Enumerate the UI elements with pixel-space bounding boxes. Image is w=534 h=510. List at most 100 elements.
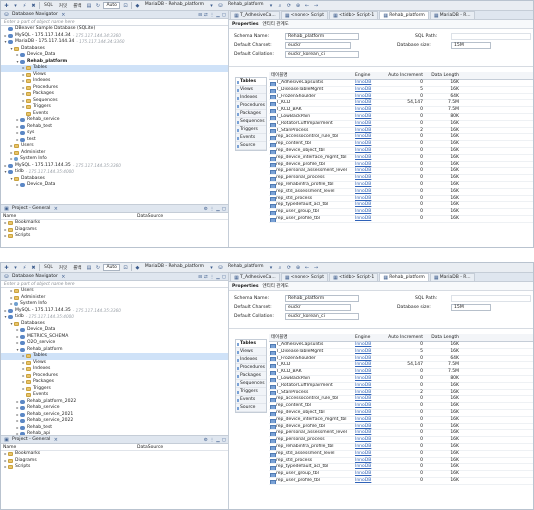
table-row[interactable]: T_AdhesiveCapsulitis InnoDB 0 16K — [269, 342, 533, 349]
navigator-filter-input[interactable]: Enter a part of object name here — [1, 19, 228, 26]
editor-tab[interactable]: ▦ <none> Script — [280, 11, 328, 19]
engine-link[interactable]: InnoDB — [353, 87, 383, 93]
sql-path-field[interactable] — [451, 295, 531, 302]
table-row[interactable]: rep_rehabinfra_profile_tbl InnoDB 0 16K — [269, 182, 533, 189]
engine-link[interactable]: InnoDB — [353, 383, 383, 389]
engine-link[interactable]: InnoDB — [353, 451, 383, 457]
minimize-icon[interactable]: ▁ — [216, 13, 219, 18]
transaction-log-icon[interactable]: ▤ — [85, 2, 92, 9]
object-type-item[interactable]: Sequences — [236, 380, 266, 388]
dropdown-arrow-icon[interactable]: ▾ — [268, 264, 275, 271]
column-header[interactable]: Auto Increment — [383, 72, 425, 79]
forward-icon[interactable]: → — [313, 264, 320, 271]
engine-link[interactable]: InnoDB — [353, 471, 383, 477]
editor-tab[interactable]: ▦ <tidb> Script-1 — [328, 273, 379, 281]
engine-link[interactable]: InnoDB — [353, 202, 383, 208]
engine-link[interactable]: InnoDB — [353, 390, 383, 396]
engine-link[interactable]: InnoDB — [353, 376, 383, 382]
table-row[interactable]: T_LowBackPain InnoDB 0 80K — [269, 376, 533, 383]
lock-icon[interactable]: ⊡ — [122, 264, 129, 271]
column-header[interactable]: 테이블명 — [269, 72, 353, 79]
table-name-cell[interactable]: rep_user_profile_tbl — [269, 478, 353, 484]
table-name-cell[interactable]: rep_user_group_tbl — [269, 471, 353, 477]
table-name-cell[interactable]: rep_rehabinfra_profile_tbl — [269, 444, 353, 450]
dropdown-arrow-icon[interactable]: ▾ — [268, 2, 275, 9]
table-row[interactable]: rep_personal_process InnoDB 0 16K — [269, 437, 533, 444]
table-name-cell[interactable]: rep_rehabinfra_profile_tbl — [269, 182, 353, 188]
table-name-cell[interactable]: T_DiseaseTableMgmt — [269, 349, 353, 355]
table-name-cell[interactable]: rep_typedefault_acl_tbl — [269, 464, 353, 471]
table-name-cell[interactable]: rep_accessocontrol_rule_tbl — [269, 396, 353, 403]
table-name-cell[interactable]: rep_user_profile_tbl — [269, 216, 353, 222]
object-type-item[interactable]: Source — [236, 142, 266, 150]
table-row[interactable]: T_FrozenShoulder InnoDB 0 64K — [269, 356, 533, 363]
schema-name-field[interactable]: Rehab_platform — [285, 295, 359, 302]
table-row[interactable]: rep_personal_assessment_level InnoDB 0 16K — [269, 430, 533, 438]
collapse-all-icon[interactable]: ⊟ — [198, 13, 202, 18]
table-row[interactable]: rep_std_assessment_level InnoDB 0 16K — [269, 189, 533, 196]
table-name-cell[interactable]: rep_personal_process — [269, 175, 353, 181]
table-name-cell[interactable]: rep_content_tbl — [269, 141, 353, 147]
default-charset-select[interactable]: euckr — [285, 304, 351, 311]
object-type-item[interactable]: Tables — [236, 78, 266, 86]
table-row[interactable]: rep_device_object_tbl InnoDB 0 16K — [269, 148, 533, 155]
table-row[interactable]: T_DiseaseTableMgmt InnoDB 5 16K — [269, 87, 533, 94]
object-type-item[interactable]: Source — [236, 404, 266, 412]
editor-tab[interactable]: ▦ T_AdhesiveCa... — [230, 11, 280, 19]
column-header[interactable]: 테이블명 — [269, 334, 353, 341]
minimize-icon[interactable]: ▁ — [216, 438, 219, 443]
rollback-button[interactable]: 롤백 — [71, 265, 83, 271]
close-icon[interactable]: × — [52, 436, 59, 443]
table-row[interactable]: T_FrozenShoulder InnoDB 0 64K — [269, 94, 533, 101]
table-name-cell[interactable]: T_KCD_BAK — [269, 107, 353, 113]
object-type-item[interactable]: Events — [236, 134, 266, 142]
default-collation-select[interactable]: euckr_korean_ci — [285, 51, 359, 58]
engine-link[interactable]: InnoDB — [353, 424, 383, 430]
settings-icon[interactable]: ⚙ — [204, 438, 208, 443]
table-row[interactable]: T_AdhesiveCapsulitis InnoDB 0 16K — [269, 80, 533, 87]
engine-link[interactable]: InnoDB — [353, 168, 383, 174]
table-name-cell[interactable]: rep_std_process — [269, 458, 353, 464]
engine-link[interactable]: InnoDB — [353, 121, 383, 127]
table-name-cell[interactable]: rep_content_tbl — [269, 403, 353, 409]
menu-icon[interactable]: ⋮ — [210, 438, 215, 443]
sql-path-field[interactable] — [451, 33, 531, 40]
tab-er-diagram[interactable]: 엔티티 관계도 — [263, 21, 289, 27]
table-name-cell[interactable]: T_KCD — [269, 362, 353, 369]
sql-editor-button[interactable]: SQL — [42, 265, 55, 270]
table-row[interactable]: rep_accessocontrol_rule_tbl InnoDB 0 16K — [269, 396, 533, 404]
engine-link[interactable]: InnoDB — [353, 128, 383, 134]
engine-link[interactable]: InnoDB — [353, 148, 383, 154]
back-icon[interactable]: ← — [304, 264, 311, 271]
object-type-item[interactable]: Packages — [236, 372, 266, 380]
dropdown-arrow-icon[interactable]: ▾ — [12, 2, 19, 9]
table-row[interactable]: rep_user_group_tbl InnoDB 0 16K — [269, 471, 533, 478]
table-row[interactable]: rep_user_profile_tbl InnoDB 0 16K — [269, 216, 533, 223]
tab-er-diagram[interactable]: 엔티티 관계도 — [263, 283, 289, 289]
engine-link[interactable]: InnoDB — [353, 362, 383, 368]
transaction-mode-select[interactable]: Auto — [103, 2, 120, 9]
maximize-icon[interactable]: ▢ — [222, 275, 226, 280]
table-name-cell[interactable]: rep_device_profile_tbl — [269, 162, 353, 168]
object-type-item[interactable]: Views — [236, 348, 266, 356]
table-name-cell[interactable]: T_DiseaseTableMgmt — [269, 87, 353, 93]
engine-link[interactable]: InnoDB — [353, 189, 383, 195]
table-name-cell[interactable]: rep_device_interface_mgmt_tbl — [269, 417, 353, 423]
disconnect-icon[interactable]: ✖ — [30, 264, 37, 271]
navigator-filter-input[interactable]: Enter a part of object name here — [1, 281, 228, 288]
active-database-select[interactable]: Rehab_platform — [226, 2, 266, 9]
table-name-cell[interactable]: T_LowBackPain — [269, 114, 353, 120]
column-header[interactable]: Data Length — [425, 72, 461, 79]
table-name-cell[interactable]: rep_typedefault_acl_tbl — [269, 202, 353, 209]
disconnect-icon[interactable]: ✖ — [30, 2, 37, 9]
engine-link[interactable]: InnoDB — [353, 342, 383, 348]
commit-button[interactable]: 커밋 — [57, 265, 69, 271]
editor-tab[interactable]: ▦ <none> Script — [280, 273, 328, 281]
active-connection-select[interactable]: MariaDB - Rehab_platform — [143, 264, 206, 271]
table-name-cell[interactable]: rep_std_assessment_level — [269, 189, 353, 195]
table-name-cell[interactable]: rep_personal_assessment_level — [269, 168, 353, 175]
collapse-all-icon[interactable]: ⊟ — [198, 275, 202, 280]
table-row[interactable]: rep_personal_process InnoDB 0 16K — [269, 175, 533, 182]
engine-link[interactable]: InnoDB — [353, 209, 383, 215]
commit-button[interactable]: 커밋 — [57, 3, 69, 9]
